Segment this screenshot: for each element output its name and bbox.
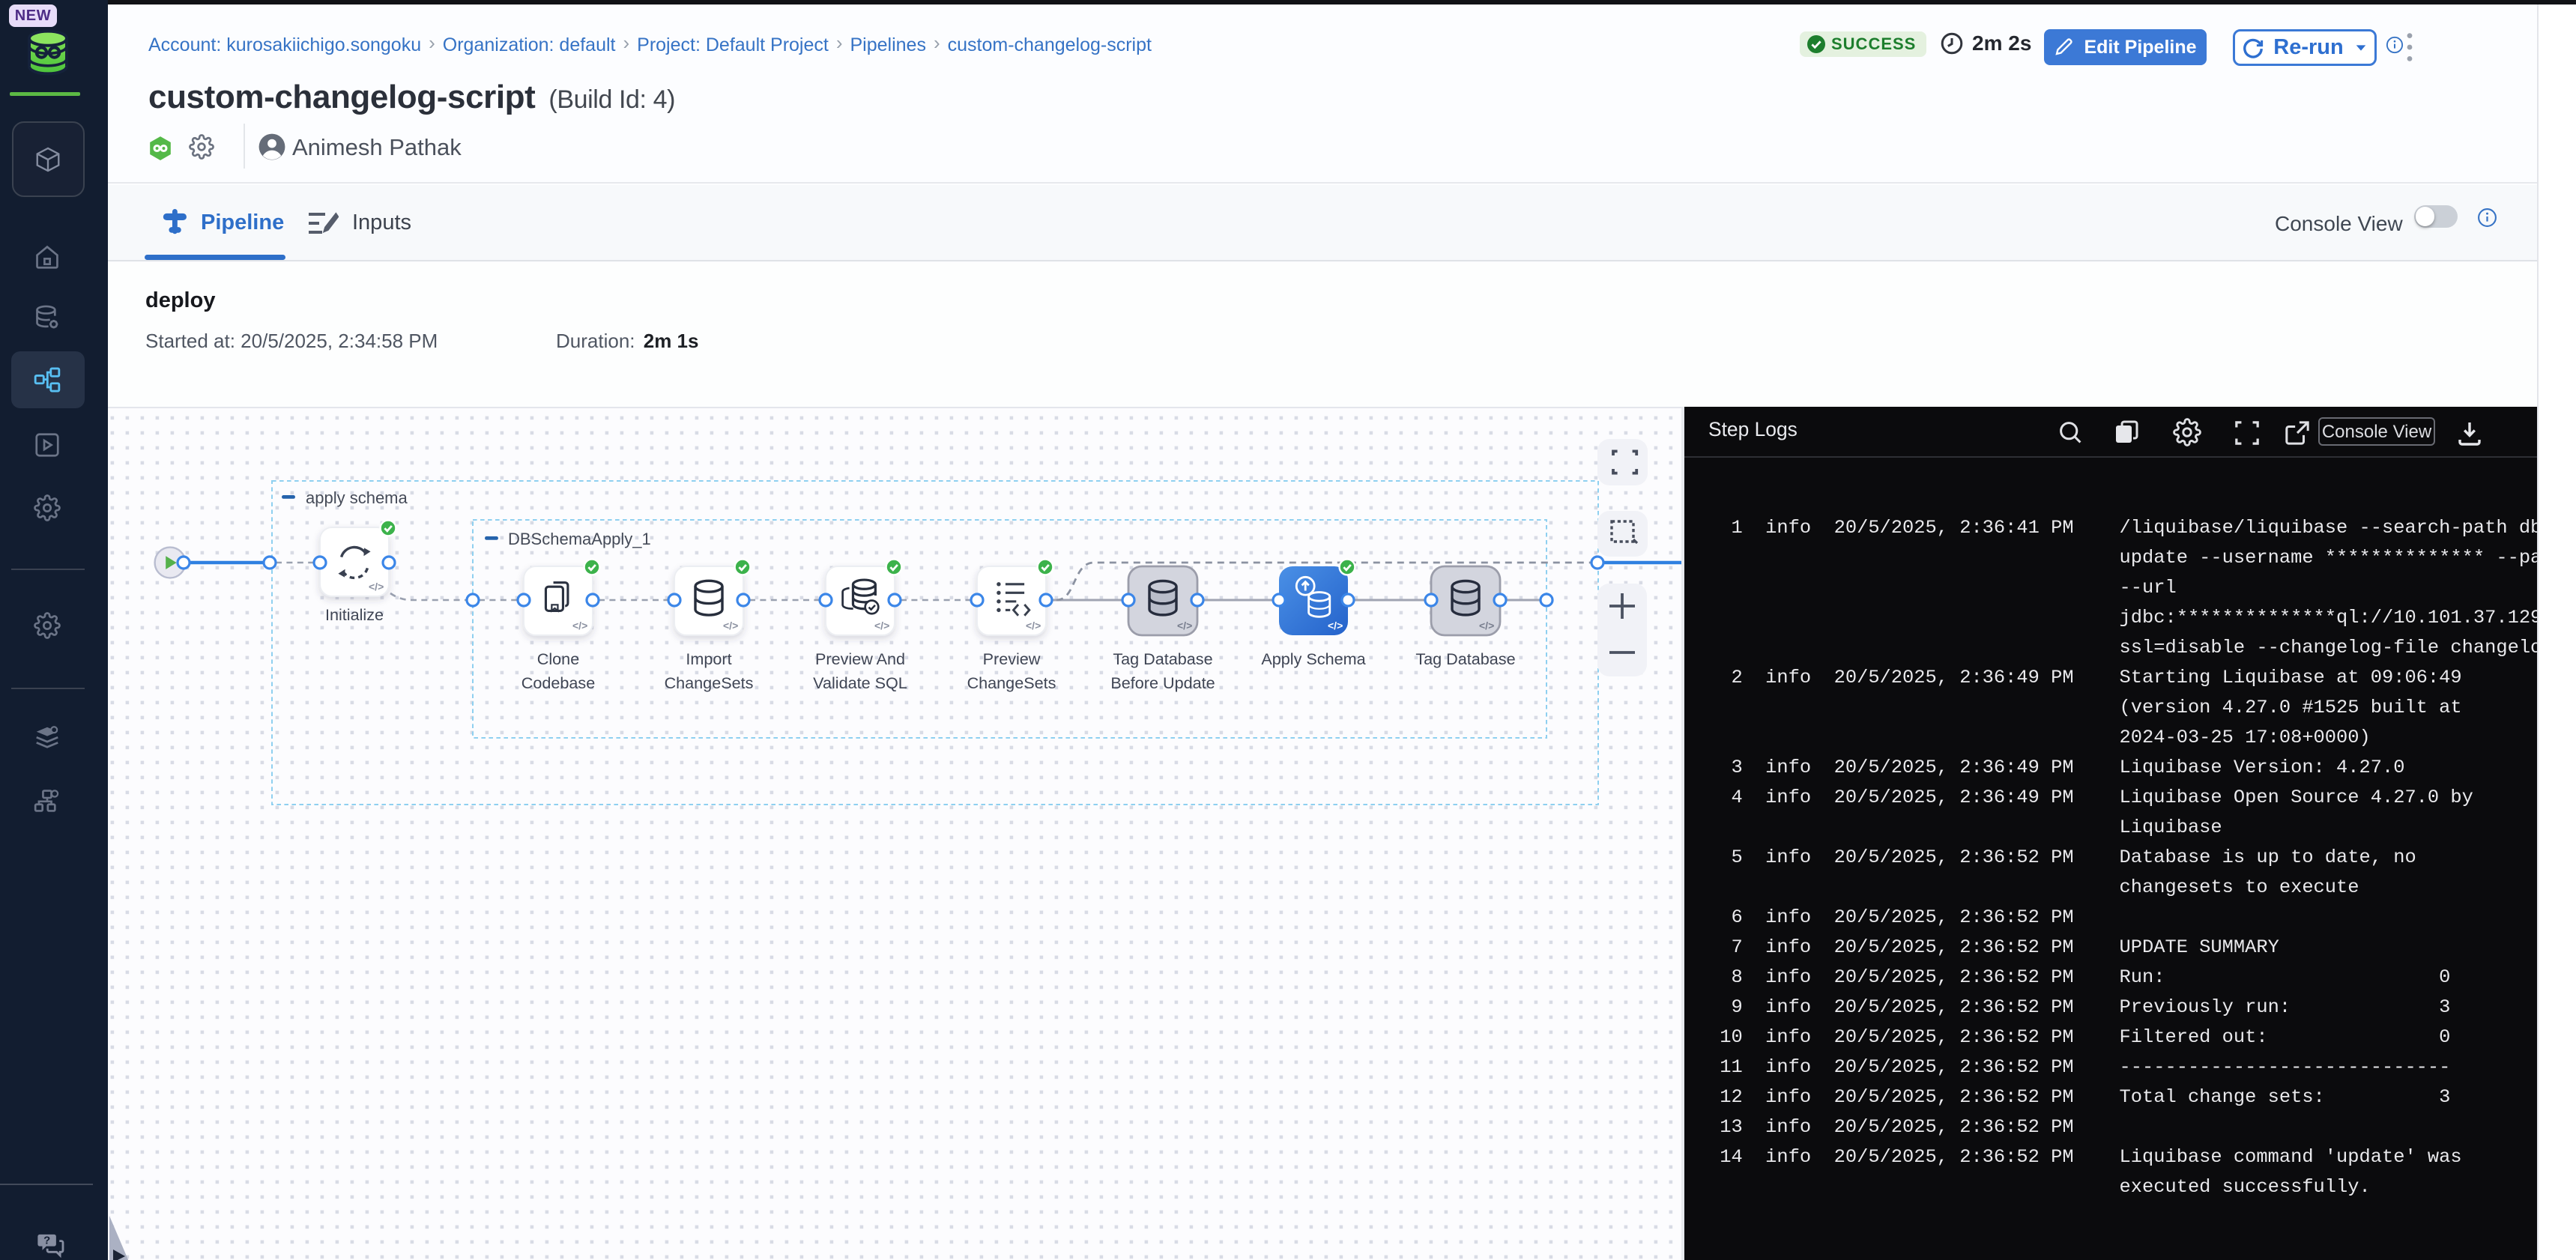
svg-text:DBSchemaApply_1: DBSchemaApply_1 — [508, 530, 651, 548]
svg-text:ChangeSets: ChangeSets — [967, 673, 1056, 692]
svg-text:Apply Schema: Apply Schema — [1261, 649, 1366, 668]
svg-text:Validate SQL: Validate SQL — [813, 673, 907, 692]
svg-text:Preview And: Preview And — [815, 649, 905, 668]
svg-text:</>: </> — [369, 581, 384, 593]
svg-text:apply schema: apply schema — [306, 488, 408, 507]
svg-text:</>: </> — [874, 620, 889, 631]
svg-text:Clone: Clone — [537, 649, 579, 668]
svg-text:</>: </> — [1479, 620, 1494, 631]
svg-text:</>: </> — [1328, 620, 1343, 631]
svg-text:Tag Database: Tag Database — [1415, 649, 1515, 668]
svg-text:</>: </> — [723, 620, 738, 631]
svg-text:ChangeSets: ChangeSets — [665, 673, 754, 692]
svg-text:Tag Database: Tag Database — [1113, 649, 1212, 668]
svg-text:Import: Import — [686, 649, 731, 668]
svg-text:Preview: Preview — [983, 649, 1041, 668]
svg-text:</>: </> — [572, 620, 587, 631]
svg-text:Initialize: Initialize — [325, 605, 384, 624]
svg-text:</>: </> — [1177, 620, 1192, 631]
svg-text:?: ? — [43, 1235, 50, 1247]
svg-text:Codebase: Codebase — [521, 673, 595, 692]
svg-text:</>: </> — [1026, 620, 1041, 631]
svg-text:Before Update: Before Update — [1110, 673, 1215, 692]
